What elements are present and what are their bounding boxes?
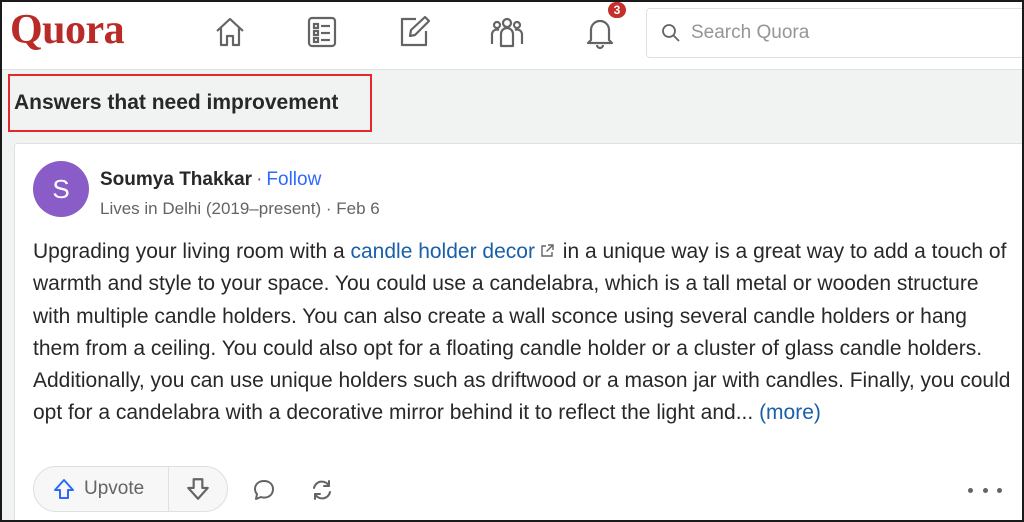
notification-badge: 3 [606, 2, 628, 20]
top-nav: Quora 3 Search Quora [2, 2, 1022, 70]
more-options-icon[interactable] [968, 480, 1002, 500]
upvote-label: Upvote [84, 478, 145, 499]
search-input[interactable] [691, 22, 991, 44]
home-icon[interactable] [210, 12, 250, 52]
avatar[interactable]: S [33, 161, 89, 217]
answer-text-body: in a unique way is a great way to add a … [33, 240, 1011, 425]
section-header-highlight: Answers that need improvement [8, 74, 372, 132]
author-line: Soumya Thakkar · Follow [100, 169, 321, 191]
answer-text[interactable]: Upgrading your living room with a candle… [33, 236, 1013, 430]
section-title: Answers that need improvement [14, 91, 339, 114]
separator-dot: · [256, 169, 263, 190]
downvote-button[interactable] [169, 467, 227, 511]
answer-text-intro: Upgrading your living room with a [33, 240, 351, 263]
edit-icon[interactable] [394, 12, 434, 52]
quora-logo[interactable]: Quora [10, 6, 125, 54]
vote-pill: Upvote [33, 466, 228, 512]
answer-card: S Soumya Thakkar · Follow Lives in Delhi (… [14, 143, 1022, 520]
downvote-arrow-icon [187, 478, 209, 500]
follow-button[interactable]: Follow [266, 169, 321, 190]
upvote-button[interactable]: Upvote [34, 467, 169, 511]
app-frame: Quora 3 Search Quora Answers that need i… [0, 0, 1024, 522]
author-meta: Lives in Delhi (2019–present) · Feb 6 [100, 199, 380, 219]
answer-date[interactable]: Feb 6 [336, 199, 379, 218]
candle-holder-link[interactable]: candle holder decor [350, 240, 534, 263]
author-credential[interactable]: Lives in Delhi (2019–present) [100, 199, 321, 218]
more-link[interactable]: (more) [759, 401, 821, 424]
search-icon [662, 24, 680, 42]
external-link-icon [541, 244, 554, 257]
author-name[interactable]: Soumya Thakkar [100, 169, 252, 190]
date-separator: · [325, 199, 332, 218]
list-icon[interactable] [302, 12, 342, 52]
people-icon[interactable] [487, 12, 527, 52]
share-reload-icon[interactable] [307, 475, 337, 505]
search-box[interactable] [646, 8, 1022, 58]
upvote-arrow-icon [54, 479, 74, 499]
comment-icon[interactable] [249, 475, 279, 505]
